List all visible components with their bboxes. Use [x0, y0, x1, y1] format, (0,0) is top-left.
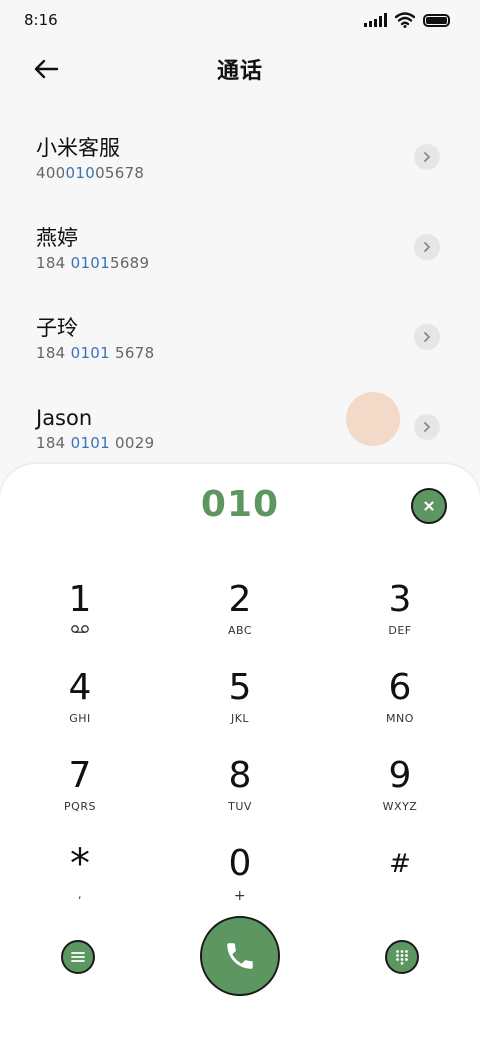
- voicemail-icon: [71, 625, 89, 633]
- key-letters: +: [233, 888, 247, 904]
- header: 通话: [0, 44, 480, 94]
- number-part: 184: [36, 254, 71, 272]
- chevron-right-icon: [424, 152, 431, 162]
- key-3[interactable]: 3 DEF: [320, 572, 480, 660]
- key-digit: 5: [228, 667, 252, 708]
- dialpad-icon: [396, 950, 408, 965]
- call-button[interactable]: [200, 916, 280, 996]
- list-item[interactable]: Jason 184 0101 0029: [0, 382, 480, 472]
- key-digit: *: [70, 841, 90, 887]
- battery-icon: [423, 13, 450, 27]
- dialpad-sheet: 010 1 2 ABC 3 DEF 4 GHI 5 JKL 6 MNO 7 PQ…: [0, 464, 480, 1040]
- number-match: 010: [65, 164, 96, 182]
- number-match: 0101: [70, 254, 110, 272]
- keypad: 1 2 ABC 3 DEF 4 GHI 5 JKL 6 MNO 7 PQRS 8…: [0, 572, 480, 924]
- number-part: 184: [36, 434, 71, 452]
- key-letters: TUV: [228, 800, 252, 813]
- status-time: 8:16: [24, 11, 58, 29]
- key-0[interactable]: 0 +: [160, 836, 320, 924]
- dialed-number: 010: [200, 484, 280, 525]
- close-icon: [424, 501, 434, 511]
- list-item[interactable]: 燕婷 184 01015689: [0, 202, 480, 292]
- key-digit: 8: [228, 755, 252, 796]
- chevron-right-icon: [424, 242, 431, 252]
- contact-detail-button[interactable]: [414, 234, 440, 260]
- contact-detail-button[interactable]: [414, 144, 440, 170]
- number-part: 5678: [109, 344, 155, 362]
- number-part: 400: [36, 164, 66, 182]
- key-digit: 9: [388, 755, 412, 796]
- status-icons: [364, 12, 450, 28]
- chevron-right-icon: [424, 422, 431, 432]
- contact-number: 184 0101 5678: [36, 344, 480, 362]
- contact-number: 40001005678: [36, 164, 480, 182]
- key-1[interactable]: 1: [0, 572, 160, 660]
- key-letters: JKL: [230, 712, 250, 725]
- key-digit: 0: [228, 843, 252, 884]
- menu-icon: [71, 952, 85, 962]
- list-item[interactable]: 小米客服 40001005678: [0, 112, 480, 202]
- key-letters: [70, 624, 90, 638]
- number-part: 184: [36, 344, 71, 362]
- key-star[interactable]: * ,: [0, 836, 160, 924]
- dialpad-actions: [0, 916, 480, 996]
- key-letters: MNO: [386, 712, 414, 725]
- chevron-right-icon: [424, 332, 431, 342]
- number-part: 0029: [109, 434, 155, 452]
- status-bar: 8:16: [0, 0, 480, 40]
- key-letters: DEF: [388, 624, 412, 637]
- keypad-toggle-button[interactable]: [385, 940, 419, 974]
- key-letters: PQRS: [64, 800, 96, 813]
- contact-number: 184 0101 0029: [36, 434, 480, 452]
- number-part: 5689: [109, 254, 150, 272]
- number-part: 05678: [95, 164, 145, 182]
- key-hash[interactable]: #: [320, 836, 480, 924]
- menu-button[interactable]: [61, 940, 95, 974]
- key-7[interactable]: 7 PQRS: [0, 748, 160, 836]
- wifi-icon: [395, 12, 415, 28]
- key-digit: 1: [68, 579, 92, 620]
- key-5[interactable]: 5 JKL: [160, 660, 320, 748]
- contact-number: 184 01015689: [36, 254, 480, 272]
- contact-detail-button[interactable]: [414, 324, 440, 350]
- key-digit: 6: [388, 667, 412, 708]
- key-letters: ABC: [227, 624, 253, 637]
- list-item[interactable]: 子玲 184 0101 5678: [0, 292, 480, 382]
- key-9[interactable]: 9 WXYZ: [320, 748, 480, 836]
- key-digit: 7: [68, 755, 92, 796]
- key-8[interactable]: 8 TUV: [160, 748, 320, 836]
- key-4[interactable]: 4 GHI: [0, 660, 160, 748]
- contact-list: 小米客服 40001005678 燕婷 184 01015689 子玲 184 …: [0, 112, 480, 472]
- key-digit: #: [389, 849, 411, 879]
- key-letters: GHI: [69, 712, 91, 725]
- key-6[interactable]: 6 MNO: [320, 660, 480, 748]
- page-title: 通话: [216, 59, 263, 84]
- number-match: 0101: [70, 434, 110, 452]
- avatar: [346, 392, 400, 446]
- key-digit: 4: [68, 667, 92, 708]
- arrow-left-icon: [34, 59, 59, 79]
- phone-icon: [227, 943, 253, 969]
- key-2[interactable]: 2 ABC: [160, 572, 320, 660]
- contact-detail-button[interactable]: [414, 414, 440, 440]
- key-digit: 3: [388, 579, 412, 620]
- back-button[interactable]: [30, 54, 62, 84]
- key-letters: ,: [78, 888, 82, 901]
- clear-button[interactable]: [411, 488, 447, 524]
- signal-icon: [364, 13, 387, 27]
- number-match: 0101: [70, 344, 110, 362]
- key-digit: 2: [228, 579, 252, 620]
- key-letters: WXYZ: [382, 800, 418, 813]
